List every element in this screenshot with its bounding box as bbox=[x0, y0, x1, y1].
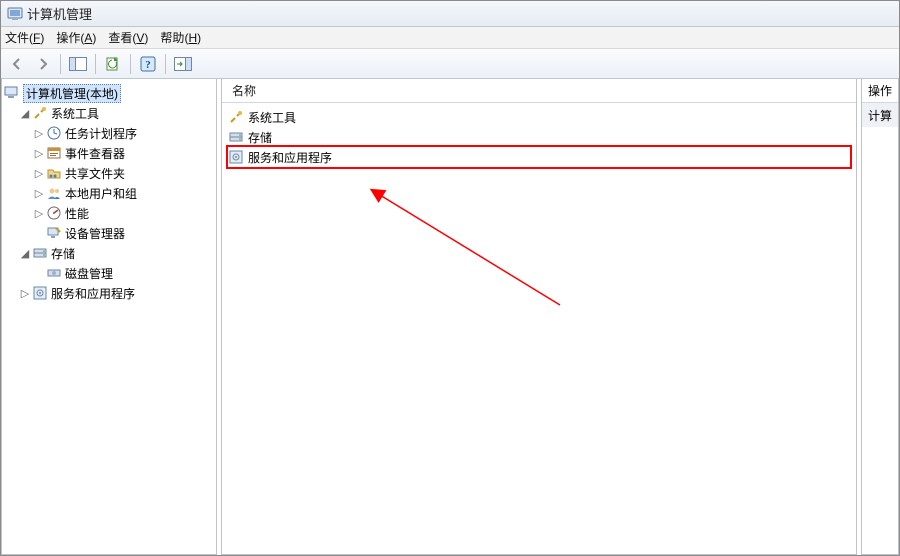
menu-view[interactable]: 查看(V) bbox=[108, 29, 148, 46]
tree-root-label: 计算机管理(本地) bbox=[23, 84, 121, 103]
window-titlebar: 计算机管理 bbox=[1, 1, 899, 27]
tools-icon bbox=[32, 105, 48, 121]
tree-shared-folders[interactable]: ▷ 共享文件夹 bbox=[4, 163, 214, 183]
toolbar-separator bbox=[130, 54, 131, 74]
computer-icon bbox=[4, 85, 20, 101]
toolbar-separator bbox=[60, 54, 61, 74]
tree-label: 系统工具 bbox=[51, 105, 99, 122]
tree-label: 性能 bbox=[65, 205, 89, 222]
list-item-storage[interactable]: 存储 bbox=[228, 127, 850, 147]
performance-icon bbox=[46, 205, 62, 221]
clock-icon bbox=[46, 125, 62, 141]
actions-header: 操作 bbox=[862, 79, 898, 103]
window-title: 计算机管理 bbox=[27, 4, 92, 23]
expand-icon[interactable]: ▷ bbox=[32, 207, 46, 220]
expand-icon[interactable]: ▷ bbox=[32, 147, 46, 160]
toolbar-separator bbox=[165, 54, 166, 74]
toolbar: ? bbox=[1, 49, 899, 79]
tree-label: 任务计划程序 bbox=[65, 125, 137, 142]
tools-icon bbox=[228, 109, 244, 125]
list-header-name[interactable]: 名称 bbox=[222, 79, 856, 103]
actions-header-label: 操作 bbox=[868, 82, 892, 99]
list-body[interactable]: 系统工具 存储 服务和应用程序 bbox=[222, 103, 856, 171]
users-icon bbox=[46, 185, 62, 201]
svg-text:?: ? bbox=[145, 59, 151, 71]
actions-item[interactable]: 计算 bbox=[862, 103, 898, 127]
nav-back-button[interactable] bbox=[5, 52, 29, 76]
list-item-label: 存储 bbox=[248, 129, 272, 146]
column-name-label: 名称 bbox=[232, 82, 256, 99]
menu-file[interactable]: 文件(F) bbox=[5, 29, 44, 46]
tree-system-tools[interactable]: ◢ 系统工具 bbox=[4, 103, 214, 123]
storage-icon bbox=[228, 129, 244, 145]
storage-icon bbox=[32, 245, 48, 261]
services-icon bbox=[32, 285, 48, 301]
app-icon bbox=[7, 6, 23, 22]
tree-label: 本地用户和组 bbox=[65, 185, 137, 202]
device-manager-icon bbox=[46, 225, 62, 241]
list-pane: 名称 系统工具 存储 服务和应用程序 bbox=[221, 79, 857, 555]
tree-label: 设备管理器 bbox=[65, 225, 125, 242]
refresh-button[interactable] bbox=[101, 52, 125, 76]
services-icon bbox=[228, 149, 244, 165]
main-area: 计算机管理(本地) ◢ 系统工具 ▷ 任务计划程序 ▷ bbox=[1, 79, 899, 555]
toolbar-separator bbox=[95, 54, 96, 74]
tree-local-users-groups[interactable]: ▷ 本地用户和组 bbox=[4, 183, 214, 203]
tree-label: 事件查看器 bbox=[65, 145, 125, 162]
nav-forward-button[interactable] bbox=[31, 52, 55, 76]
expand-icon[interactable]: ▷ bbox=[32, 187, 46, 200]
tree-label: 磁盘管理 bbox=[65, 265, 113, 282]
help-button[interactable]: ? bbox=[136, 52, 160, 76]
actions-pane: 操作 计算 bbox=[861, 79, 899, 555]
expand-icon[interactable]: ▷ bbox=[18, 287, 32, 300]
tree-storage[interactable]: ◢ 存储 bbox=[4, 243, 214, 263]
list-item-label: 系统工具 bbox=[248, 109, 296, 126]
shared-folder-icon bbox=[46, 165, 62, 181]
menu-action[interactable]: 操作(A) bbox=[56, 29, 96, 46]
expand-icon[interactable]: ▷ bbox=[32, 167, 46, 180]
tree-pane: 计算机管理(本地) ◢ 系统工具 ▷ 任务计划程序 ▷ bbox=[1, 79, 217, 555]
tree-label: 存储 bbox=[51, 245, 75, 262]
tree-device-manager[interactable]: 设备管理器 bbox=[4, 223, 214, 243]
list-item-services-apps[interactable]: 服务和应用程序 bbox=[228, 147, 850, 167]
collapse-icon[interactable]: ◢ bbox=[18, 247, 32, 260]
tree-label: 服务和应用程序 bbox=[51, 285, 135, 302]
tree-performance[interactable]: ▷ 性能 bbox=[4, 203, 214, 223]
show-hide-tree-button[interactable] bbox=[66, 52, 90, 76]
tree-event-viewer[interactable]: ▷ 事件查看器 bbox=[4, 143, 214, 163]
tree-label: 共享文件夹 bbox=[65, 165, 125, 182]
expand-icon[interactable]: ▷ bbox=[32, 127, 46, 140]
list-item-system-tools[interactable]: 系统工具 bbox=[228, 107, 850, 127]
console-tree[interactable]: 计算机管理(本地) ◢ 系统工具 ▷ 任务计划程序 ▷ bbox=[2, 79, 216, 307]
collapse-icon[interactable]: ◢ bbox=[18, 107, 32, 120]
actions-item-label: 计算 bbox=[868, 107, 892, 124]
menu-help[interactable]: 帮助(H) bbox=[160, 29, 201, 46]
show-hide-action-pane-button[interactable] bbox=[171, 52, 195, 76]
tree-task-scheduler[interactable]: ▷ 任务计划程序 bbox=[4, 123, 214, 143]
tree-root[interactable]: 计算机管理(本地) bbox=[4, 83, 214, 103]
tree-services-apps[interactable]: ▷ 服务和应用程序 bbox=[4, 283, 214, 303]
menu-bar: 文件(F) 操作(A) 查看(V) 帮助(H) bbox=[1, 27, 899, 49]
list-item-label: 服务和应用程序 bbox=[248, 149, 332, 166]
event-viewer-icon bbox=[46, 145, 62, 161]
disk-icon bbox=[46, 265, 62, 281]
tree-disk-management[interactable]: 磁盘管理 bbox=[4, 263, 214, 283]
